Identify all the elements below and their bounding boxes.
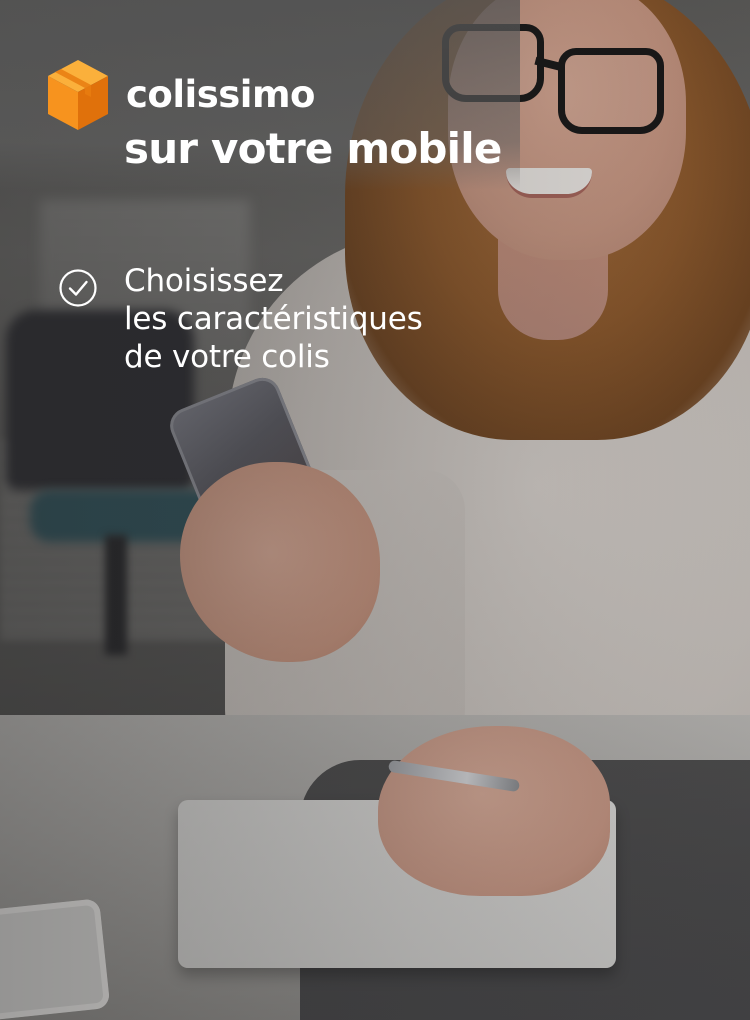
check-circle-icon	[59, 269, 97, 307]
package-box-icon	[48, 60, 108, 130]
brand-name: colissimo	[126, 72, 315, 116]
brand-lockup: colissimo	[46, 58, 315, 132]
feature-line: les caractéristiques	[124, 301, 423, 337]
headline-tagline: sur votre mobile	[124, 124, 502, 173]
feature-line: Choisissez	[124, 263, 284, 299]
feature-line: de votre colis	[124, 339, 330, 375]
feature-callout: Choisissez les caractéristiques de votre…	[58, 262, 423, 376]
feature-description: Choisissez les caractéristiques de votre…	[124, 262, 423, 376]
onboarding-screen: colissimo sur votre mobile Choisissez le…	[0, 0, 750, 1020]
